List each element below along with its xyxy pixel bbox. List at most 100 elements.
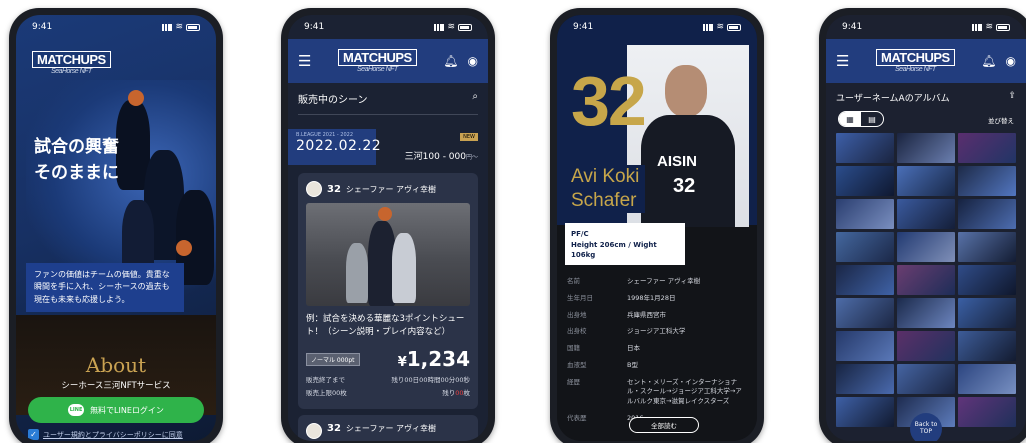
hero-headline: 試合の興奮 そのままに	[34, 137, 119, 183]
album-thumbnail[interactable]	[897, 331, 955, 361]
album-thumbnail[interactable]	[836, 265, 894, 295]
album-thumbnail[interactable]	[897, 232, 955, 262]
album-thumbnail[interactable]	[897, 199, 955, 229]
battery-icon	[458, 23, 472, 31]
price-range: 三河100 - 000円～	[404, 152, 478, 162]
player-avatar	[306, 181, 322, 197]
album-thumbnail[interactable]	[958, 331, 1016, 361]
phone-scenes: 9:41 ≋ ☰ MATCHUPS SeaHorse NFT 🔔︎ ◉ 販売中のシー…	[281, 8, 495, 443]
read-more-button[interactable]: 全部読む	[629, 417, 699, 433]
basketball-icon	[128, 90, 144, 106]
phone-landing: 9:41 ≋ MATCHUPS SeaHorse NFT 試合の興奮 そのままに…	[9, 8, 223, 443]
about-title: About	[85, 353, 147, 377]
signal-icon	[703, 23, 714, 31]
user-icon[interactable]: ◉	[1006, 54, 1016, 68]
landing-screen: 9:41 ≋ MATCHUPS SeaHorse NFT 試合の興奮 そのままに…	[16, 15, 216, 441]
checkbox-icon[interactable]: ✓	[28, 429, 39, 440]
wifi-icon: ≋	[985, 22, 993, 32]
terms-agreement[interactable]: ✓ ユーザー規約とプライバシーポリシーに同意	[28, 429, 183, 440]
line-icon: LINE	[68, 404, 85, 416]
wifi-icon: ≋	[175, 22, 183, 32]
album-grid	[836, 133, 1016, 427]
album-thumbnail[interactable]	[958, 298, 1016, 328]
menu-icon[interactable]: ☰	[836, 52, 849, 70]
album-thumbnail[interactable]	[836, 232, 894, 262]
profile-row: 出身地 兵庫県西宮市	[567, 310, 666, 319]
signal-icon	[972, 23, 983, 31]
new-badge: NEW	[460, 133, 478, 141]
album-thumbnail[interactable]	[958, 397, 1016, 427]
player-avatar	[306, 423, 322, 439]
wifi-icon: ≋	[447, 22, 455, 32]
profile-table: 名前 シェーファー アヴィ幸樹 生年月日 1998年1月28日 出身地 兵庫県西宮市 …	[567, 277, 747, 431]
status-time: 9:41	[32, 22, 53, 32]
album-thumbnail[interactable]	[836, 199, 894, 229]
scene-image	[306, 203, 470, 306]
album-thumbnail[interactable]	[836, 298, 894, 328]
jersey-brand-text: AISIN	[657, 153, 698, 170]
scene-card[interactable]: 32 シェーファー アヴィ幸樹	[298, 415, 478, 441]
view-toggle[interactable]: ▦ ▤	[838, 111, 884, 127]
back-to-top-button[interactable]: Back to TOP	[910, 413, 942, 441]
album-thumbnail[interactable]	[897, 298, 955, 328]
hero-caption: ファンの価値はチームの価値。貴重な瞬間を手に入れ、シーホースの過去も現在も未来も…	[26, 263, 184, 313]
album-thumbnail[interactable]	[958, 199, 1016, 229]
album-thumbnail[interactable]	[836, 397, 894, 427]
battery-icon	[186, 23, 200, 31]
profile-row: 国籍 日本	[567, 344, 640, 352]
player-big-number: 32	[571, 62, 647, 140]
jersey-number: 32	[673, 175, 696, 197]
album-thumbnail[interactable]	[897, 364, 955, 394]
search-icon[interactable]: ⌕	[472, 91, 478, 106]
album-thumbnail[interactable]	[958, 232, 1016, 262]
app-logo[interactable]: MATCHUPS SeaHorse NFT	[32, 51, 111, 75]
profile-row: 名前 シェーファー アヴィ幸樹	[567, 277, 701, 285]
bell-icon[interactable]: 🔔︎	[443, 54, 458, 68]
signal-icon	[434, 23, 445, 31]
status-bar: 9:41 ≋	[16, 15, 216, 39]
user-icon[interactable]: ◉	[468, 54, 478, 68]
status-bar: 9:41 ≋	[826, 15, 1026, 39]
basketball-icon	[378, 207, 392, 221]
app-logo[interactable]: MATCHUPS SeaHorse NFT	[876, 49, 955, 73]
profile-row: 生年月日 1998年1月28日	[567, 293, 676, 302]
sort-button[interactable]: 並び替え	[988, 115, 1014, 125]
remaining-count: 残り00枚	[442, 389, 470, 398]
album-thumbnail[interactable]	[958, 265, 1016, 295]
event-card[interactable]: B.LEAGUE 2021 - 2022 2022.02.22 NEW 三河10…	[288, 129, 478, 169]
album-thumbnail[interactable]	[836, 166, 894, 196]
scene-card[interactable]: 32 シェーファー アヴィ幸樹 例：試合を決める華麗な3ポイントシュート！（シー…	[298, 173, 478, 409]
list-view-icon[interactable]: ▤	[861, 112, 883, 126]
album-thumbnail[interactable]	[958, 364, 1016, 394]
menu-icon[interactable]: ☰	[298, 52, 311, 70]
basketball-icon	[176, 240, 192, 256]
about-subtitle: シーホース三河NFTサービス	[61, 381, 171, 391]
section-title: 販売中のシーン	[298, 95, 368, 106]
bell-icon[interactable]: 🔔︎	[981, 54, 996, 68]
wifi-icon: ≋	[716, 22, 724, 32]
album-screen: 9:41 ≋ ☰ MATCHUPS SeaHorse NFT 🔔︎ ◉ ユーザーネー…	[826, 15, 1026, 441]
album-thumbnail[interactable]	[836, 133, 894, 163]
album-title: ユーザーネームAのアルバム	[836, 94, 950, 104]
album-thumbnail[interactable]	[958, 166, 1016, 196]
phone-player-profile: 9:41 ≋ AISIN 32 32 Avi Koki Schafer PF/C…	[550, 8, 764, 443]
share-icon[interactable]: ⇪	[1008, 91, 1016, 104]
grid-view-icon[interactable]: ▦	[839, 112, 861, 126]
event-date: 2022.02.22	[296, 138, 382, 154]
profile-row: 経歴 セント・メリーズ・インターナショナル・スクール→ジョージア工科大学→アルバル…	[567, 377, 742, 406]
app-logo[interactable]: MATCHUPS SeaHorse NFT	[338, 49, 417, 73]
app-header: ☰ MATCHUPS SeaHorse NFT 🔔︎ ◉	[826, 39, 1026, 83]
signal-icon	[162, 23, 173, 31]
line-login-button[interactable]: LINE 無料でLINEログイン	[28, 397, 204, 423]
album-thumbnail[interactable]	[897, 133, 955, 163]
album-thumbnail[interactable]	[836, 331, 894, 361]
status-bar: 9:41 ≋	[288, 15, 488, 39]
album-thumbnail[interactable]	[958, 133, 1016, 163]
scene-price: ¥1,234	[397, 347, 470, 372]
album-thumbnail[interactable]	[836, 364, 894, 394]
phone-album: 9:41 ≋ ☰ MATCHUPS SeaHorse NFT 🔔︎ ◉ ユーザーネー…	[819, 8, 1026, 443]
album-thumbnail[interactable]	[897, 265, 955, 295]
section-header: 販売中のシーン ⌕	[298, 91, 478, 115]
remaining-time: 残り00日00時間00分00秒	[391, 376, 470, 385]
album-thumbnail[interactable]	[897, 166, 955, 196]
